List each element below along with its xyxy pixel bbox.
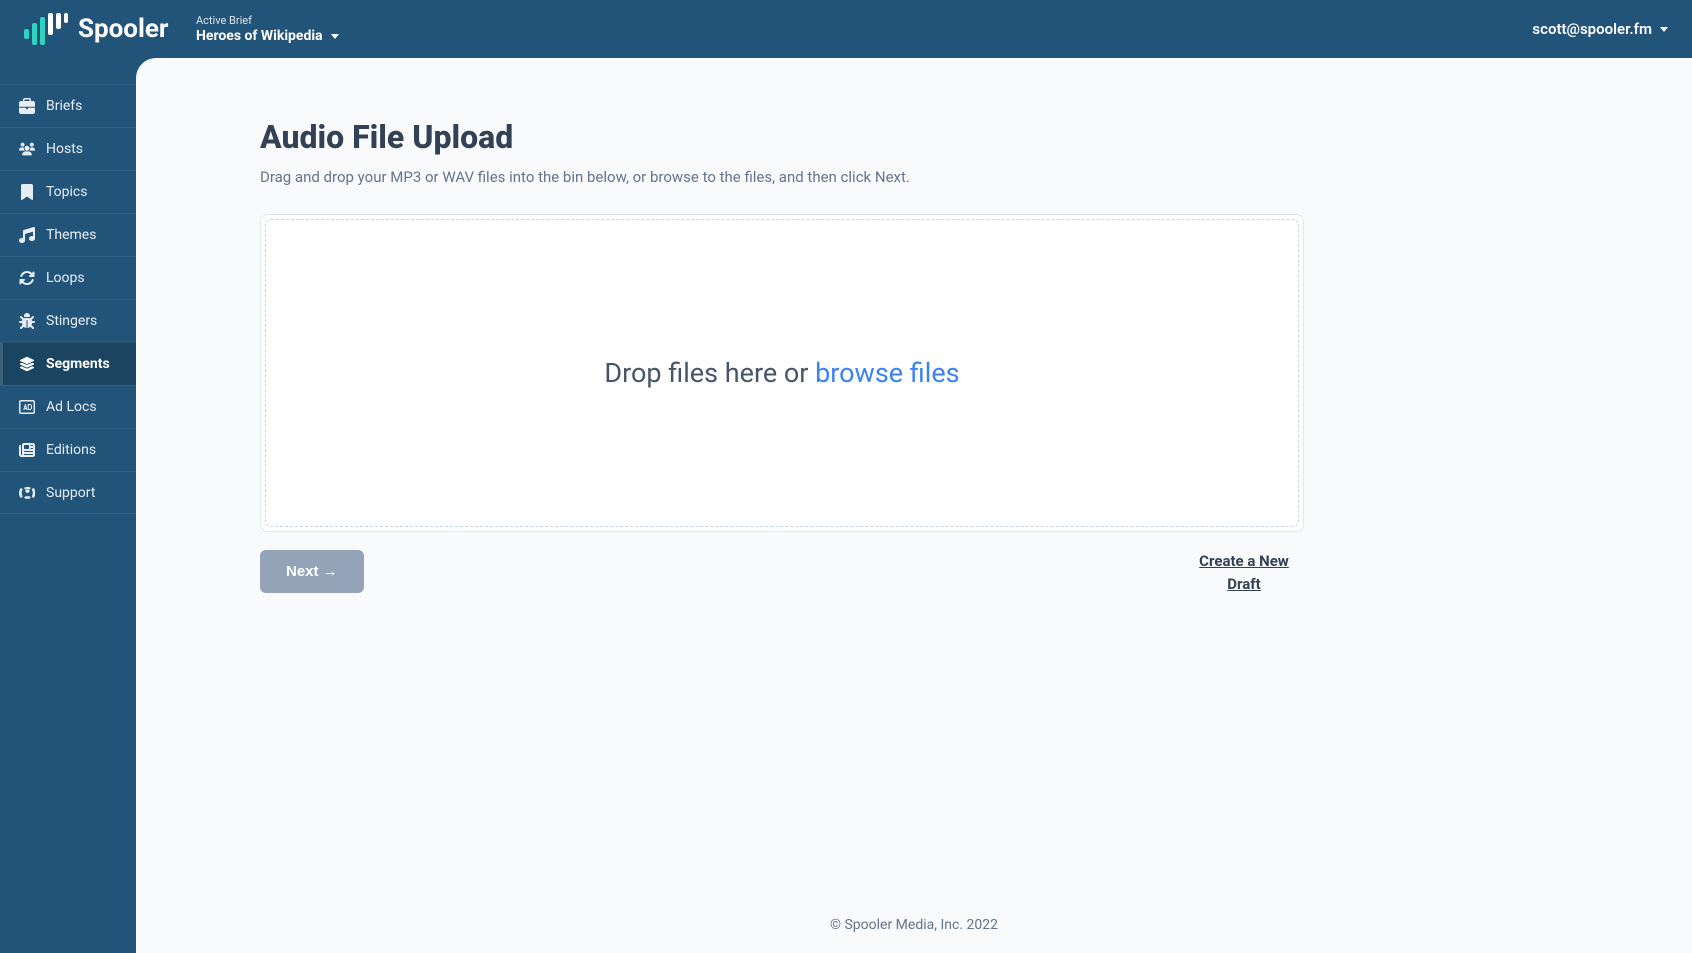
sidebar-item-loops[interactable]: Loops [0, 256, 136, 299]
page-title: Audio File Upload [260, 118, 1304, 156]
bookmark-icon [18, 183, 36, 201]
active-brief-dropdown[interactable]: Active Brief Heroes of Wikipedia [196, 14, 339, 44]
layers-icon [18, 355, 36, 373]
sidebar-item-label: Briefs [46, 98, 82, 114]
sidebar-item-label: Stingers [46, 313, 97, 329]
sidebar-item-label: Editions [46, 442, 96, 458]
logo-icon [24, 13, 68, 45]
bug-icon [18, 312, 36, 330]
sidebar-item-stingers[interactable]: Stingers [0, 299, 136, 342]
users-icon [18, 140, 36, 158]
brand-logo[interactable]: Spooler [24, 13, 196, 45]
sidebar-item-label: Ad Locs [46, 399, 97, 415]
music-icon [18, 226, 36, 244]
create-new-draft-link[interactable]: Create a New Draft [1184, 550, 1304, 595]
sidebar-item-support[interactable]: Support [0, 471, 136, 514]
sidebar-item-hosts[interactable]: Hosts [0, 127, 136, 170]
caret-down-icon [331, 34, 339, 39]
sidebar-item-topics[interactable]: Topics [0, 170, 136, 213]
user-menu-dropdown[interactable]: scott@spooler.fm [1532, 20, 1668, 38]
next-button[interactable]: Next → [260, 550, 364, 593]
lifering-icon [18, 484, 36, 502]
sidebar-item-label: Themes [46, 227, 96, 243]
sidebar-item-segments[interactable]: Segments [0, 342, 136, 385]
sidebar: Briefs Hosts Topics Themes [0, 58, 136, 953]
main-content: Audio File Upload Drag and drop your MP3… [136, 58, 1692, 953]
browse-files-link[interactable]: browse files [815, 357, 959, 389]
drop-text: Drop files here or browse files [604, 357, 959, 389]
sidebar-item-label: Support [46, 485, 95, 501]
footer-copyright: © Spooler Media, Inc. 2022 [136, 897, 1692, 953]
sidebar-item-briefs[interactable]: Briefs [0, 84, 136, 127]
sidebar-item-label: Segments [46, 356, 110, 372]
brand-name: Spooler [78, 14, 168, 44]
sync-icon [18, 269, 36, 287]
caret-down-icon [1660, 27, 1668, 32]
user-email: scott@spooler.fm [1532, 20, 1652, 38]
brief-value: Heroes of Wikipedia [196, 28, 323, 44]
brief-label: Active Brief [196, 14, 339, 27]
briefcase-icon [18, 97, 36, 115]
upload-dropzone[interactable]: Drop files here or browse files [260, 214, 1304, 532]
page-subtitle: Drag and drop your MP3 or WAV files into… [260, 168, 1304, 186]
sidebar-item-editions[interactable]: Editions [0, 428, 136, 471]
topbar: Spooler Active Brief Heroes of Wikipedia… [0, 0, 1692, 58]
sidebar-item-label: Loops [46, 270, 85, 286]
newspaper-icon [18, 441, 36, 459]
sidebar-item-themes[interactable]: Themes [0, 213, 136, 256]
sidebar-item-label: Hosts [46, 141, 83, 157]
sidebar-item-ad-locs[interactable]: Ad Locs [0, 385, 136, 428]
sidebar-item-label: Topics [46, 184, 87, 200]
ad-icon [18, 398, 36, 416]
